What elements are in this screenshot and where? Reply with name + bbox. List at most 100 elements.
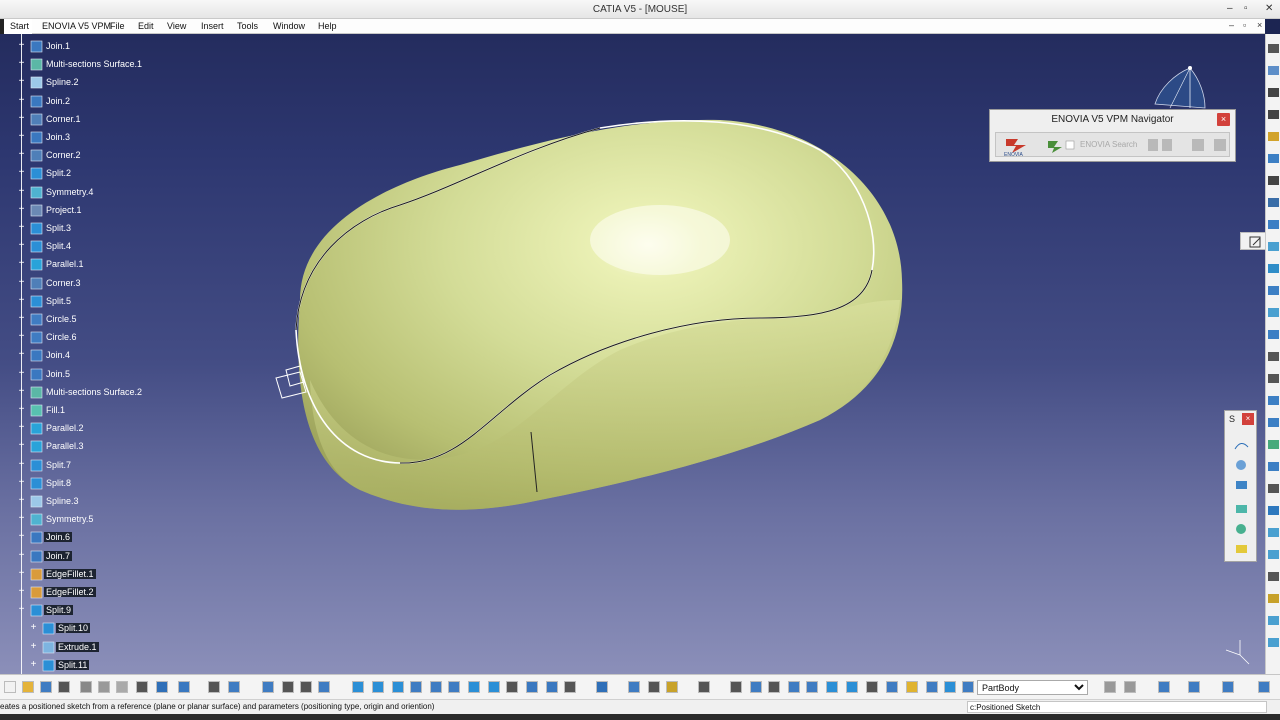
toolbar-tool-icon[interactable] — [1268, 264, 1279, 273]
toolbar-tool-icon[interactable] — [1188, 681, 1200, 693]
toolbar-tool-icon[interactable] — [1268, 396, 1279, 405]
toolbar-tool-icon[interactable] — [352, 681, 364, 693]
toolbar-tool-icon[interactable] — [564, 681, 576, 693]
toolbar-tool-icon[interactable] — [1268, 572, 1279, 581]
tree-expand-toggle[interactable]: + — [16, 477, 27, 489]
enovia-search-label[interactable]: ENOVIA Search — [1080, 140, 1137, 149]
toolbar-tool-icon[interactable] — [1268, 220, 1279, 229]
tree-expand-toggle[interactable]: + — [28, 623, 39, 634]
toolbar-tool-icon[interactable] — [22, 681, 34, 693]
toolbar-tool-icon[interactable] — [1258, 681, 1270, 693]
toolbar-tool-icon[interactable] — [228, 681, 240, 693]
tree-expand-toggle[interactable]: + — [16, 350, 27, 361]
toolbar-tool-icon[interactable] — [262, 681, 274, 693]
toolbar-tool-icon[interactable] — [116, 681, 128, 693]
tree-expand-toggle[interactable]: + — [16, 113, 27, 125]
toolbar-tool-icon[interactable] — [526, 681, 538, 693]
toolbar-tool-icon[interactable] — [944, 681, 956, 693]
fillet-icon[interactable] — [1234, 459, 1249, 471]
tree-expand-toggle[interactable]: + — [16, 186, 27, 198]
toolbar-tool-icon[interactable] — [392, 681, 404, 693]
toolbar-tool-icon[interactable] — [1268, 418, 1279, 427]
toolbar-tool-icon[interactable] — [1124, 681, 1136, 693]
menu-window[interactable]: Window — [273, 21, 305, 31]
tree-expand-toggle[interactable]: + — [16, 223, 27, 234]
enovia-close-button[interactable]: × — [1217, 113, 1230, 126]
toolbar-tool-icon[interactable] — [1268, 506, 1279, 515]
tree-expand-toggle[interactable]: + — [28, 659, 39, 671]
curve-icon[interactable] — [1234, 439, 1249, 451]
toolbar-tool-icon[interactable] — [1222, 681, 1234, 693]
toolbar-tool-icon[interactable] — [1268, 352, 1279, 361]
toolbar-tool-icon[interactable] — [430, 681, 442, 693]
toolbar-tool-icon[interactable] — [448, 681, 460, 693]
toolbar-tool-icon[interactable] — [506, 681, 518, 693]
tree-expand-toggle[interactable]: + — [16, 332, 27, 343]
toolbar-tool-icon[interactable] — [178, 681, 190, 693]
toolbar-tool-icon[interactable] — [698, 681, 710, 693]
toolbar-tool-icon[interactable] — [1268, 374, 1279, 383]
toolbar-tool-icon[interactable] — [1268, 88, 1279, 97]
toolbar-tool-icon[interactable] — [136, 681, 148, 693]
tree-expand-toggle[interactable]: + — [16, 132, 27, 143]
tree-expand-toggle[interactable]: + — [16, 314, 27, 325]
toolbar-tool-icon[interactable] — [1268, 44, 1279, 53]
tree-expand-toggle[interactable]: + — [16, 168, 27, 179]
toolbar-tool-icon[interactable] — [1158, 681, 1170, 693]
menu-enovia[interactable]: ENOVIA V5 VPM — [42, 21, 111, 31]
menu-edit[interactable]: Edit — [138, 21, 154, 31]
tree-expand-toggle[interactable]: + — [16, 95, 27, 107]
tree-expand-toggle[interactable]: + — [16, 550, 27, 562]
tree-expand-toggle[interactable]: + — [16, 241, 27, 252]
toolbar-tool-icon[interactable] — [156, 681, 168, 693]
tree-expand-toggle[interactable]: + — [16, 204, 27, 216]
toolbar-tool-icon[interactable] — [1268, 198, 1279, 207]
menu-file[interactable]: File — [110, 21, 125, 31]
toolbar-tool-icon[interactable] — [826, 681, 838, 693]
toolbar-tool-icon[interactable] — [58, 681, 70, 693]
toolbar-tool-icon[interactable] — [1268, 638, 1279, 647]
toolbar-tool-icon[interactable] — [318, 681, 330, 693]
tree-expand-toggle[interactable]: + — [16, 386, 27, 398]
toolbar-tool-icon[interactable] — [1268, 154, 1279, 163]
toolbar-tool-icon[interactable] — [962, 681, 974, 693]
toolbar-tool-icon[interactable] — [750, 681, 762, 693]
toolbar-tool-icon[interactable] — [1268, 616, 1279, 625]
tree-expand-toggle[interactable]: + — [16, 77, 27, 88]
toolbar-tool-icon[interactable] — [1268, 66, 1279, 75]
toolbar-tool-icon[interactable] — [596, 681, 608, 693]
tree-expand-toggle[interactable]: + — [16, 441, 27, 452]
tree-expand-toggle[interactable]: + — [16, 496, 27, 507]
tree-expand-toggle[interactable]: + — [16, 41, 27, 52]
toolbar-tool-icon[interactable] — [1268, 110, 1279, 119]
tree-expand-toggle[interactable]: + — [16, 532, 27, 543]
tree-expand-toggle[interactable]: + — [16, 259, 27, 270]
toolbar-tool-icon[interactable] — [886, 681, 898, 693]
menu-insert[interactable]: Insert — [201, 21, 224, 31]
menu-tools[interactable]: Tools — [237, 21, 258, 31]
close-button[interactable]: ✕ — [1265, 3, 1273, 14]
minimize-button[interactable]: – — [1227, 3, 1233, 14]
toolbar-tool-icon[interactable] — [866, 681, 878, 693]
toolbar-tool-icon[interactable] — [208, 681, 220, 693]
toolbar-tool-icon[interactable] — [906, 681, 918, 693]
sketch-toolbar-close-button[interactable]: × — [1242, 413, 1254, 425]
tree-expand-toggle[interactable]: + — [16, 423, 27, 434]
toolbar-tool-icon[interactable] — [1268, 550, 1279, 559]
toolbar-tool-icon[interactable] — [300, 681, 312, 693]
toolbar-tool-icon[interactable] — [768, 681, 780, 693]
tree-expand-toggle[interactable]: + — [16, 514, 27, 525]
toolbar-tool-icon[interactable] — [488, 681, 500, 693]
tree-expand-toggle[interactable]: + — [16, 605, 27, 616]
toolbar-tool-icon[interactable] — [1268, 176, 1279, 185]
menu-start[interactable]: Start — [0, 19, 32, 34]
toolbar-tool-icon[interactable] — [788, 681, 800, 693]
toolbar-tool-icon[interactable] — [666, 681, 678, 693]
toolbar-tool-icon[interactable] — [1268, 286, 1279, 295]
toolbar-tool-icon[interactable] — [1268, 484, 1279, 493]
menu-view[interactable]: View — [167, 21, 186, 31]
tree-expand-toggle[interactable]: + — [16, 295, 27, 307]
toolbar-tool-icon[interactable] — [1268, 330, 1279, 339]
tree-expand-toggle[interactable]: + — [16, 459, 27, 471]
toolbar-tool-icon[interactable] — [730, 681, 742, 693]
